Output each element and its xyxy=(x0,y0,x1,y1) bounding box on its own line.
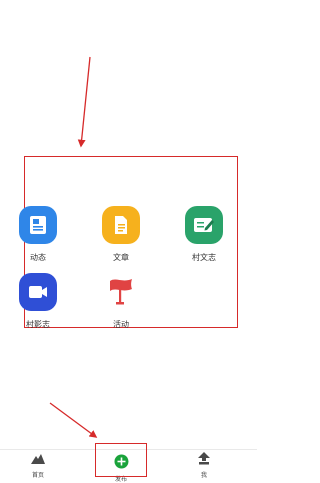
grid-item-huodong[interactable]: 活动 xyxy=(91,273,151,330)
annotation-arrow-top xyxy=(77,56,91,148)
file-icon xyxy=(102,206,140,244)
grid-item-label: 活动 xyxy=(113,320,129,329)
grid-item-label: 动态 xyxy=(30,253,46,262)
document-note-icon xyxy=(19,206,57,244)
upload-person-icon xyxy=(196,450,212,469)
tab-me[interactable]: 我 xyxy=(179,450,229,481)
grid-item-wenzhang[interactable]: 文章 xyxy=(91,206,151,263)
edit-notes-icon xyxy=(185,206,223,244)
grid-item-label: 文章 xyxy=(113,253,129,262)
video-camera-icon xyxy=(19,273,57,311)
grid-item-label: 村影志 xyxy=(26,320,50,329)
tab-label: 我 xyxy=(200,472,207,479)
grid-item-label: 村文志 xyxy=(192,253,216,262)
grid-item-dongtai[interactable]: 动态 xyxy=(8,206,68,263)
grid-item-cunwenzhi[interactable]: 村文志 xyxy=(174,206,234,263)
flag-icon xyxy=(102,273,140,311)
annotation-arrow-bottom xyxy=(49,402,98,438)
tab-label: 首页 xyxy=(31,472,44,479)
mountain-home-icon xyxy=(30,450,46,469)
tab-home[interactable]: 首页 xyxy=(13,450,63,481)
grid-item-cunyingzhi[interactable]: 村影志 xyxy=(8,273,68,330)
publish-highlight-box xyxy=(95,443,147,477)
